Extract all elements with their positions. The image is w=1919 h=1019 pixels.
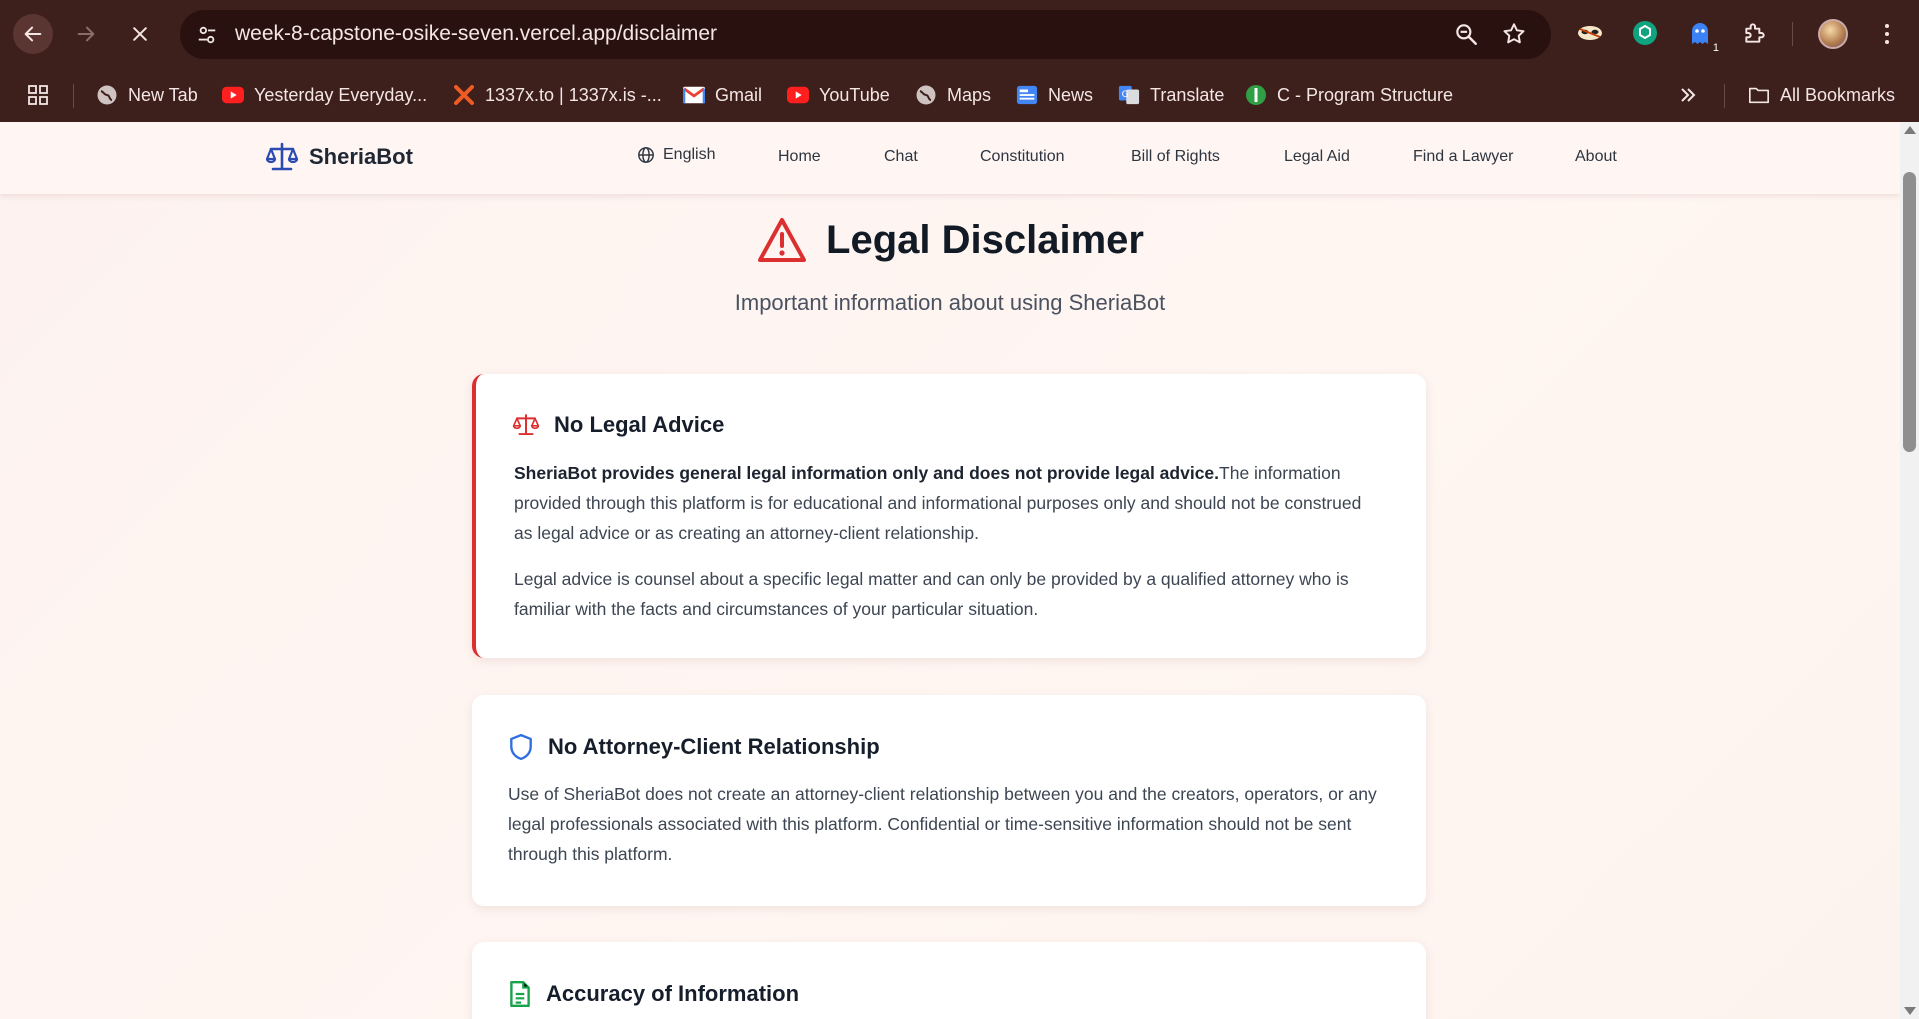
- scroll-thumb[interactable]: [1903, 172, 1916, 452]
- ghost-extension-icon[interactable]: 1: [1685, 18, 1719, 54]
- brand-name: SheriaBot: [309, 144, 413, 169]
- stop-loading-button[interactable]: [120, 14, 160, 54]
- extensions-puzzle-icon[interactable]: [1740, 18, 1770, 48]
- folder-icon: [1748, 84, 1770, 106]
- nav-about[interactable]: About: [1575, 148, 1617, 166]
- nav-find-a-lawyer[interactable]: Find a Lawyer: [1413, 148, 1514, 166]
- section-header: No Legal Advice: [512, 412, 724, 438]
- nav-chat[interactable]: Chat: [884, 148, 918, 166]
- translate-icon: G: [1118, 84, 1140, 106]
- all-bookmarks-button[interactable]: All Bookmarks: [1748, 80, 1895, 110]
- page-title: Legal Disclaimer: [0, 216, 1900, 264]
- scale-icon: [512, 414, 540, 436]
- news-icon: [1016, 84, 1038, 106]
- globe-icon: [638, 147, 654, 163]
- forward-button[interactable]: [66, 14, 106, 54]
- shield-icon: [510, 733, 532, 761]
- page-scrollbar[interactable]: [1900, 122, 1919, 1019]
- bookmark-maps[interactable]: Maps: [915, 80, 991, 110]
- bookmarks-divider-2: [1724, 84, 1725, 108]
- scroll-down-arrow[interactable]: [1904, 1007, 1916, 1015]
- browser-menu-button[interactable]: [1877, 18, 1897, 50]
- section-header: No Attorney-Client Relationship: [508, 733, 880, 761]
- site-info-icon[interactable]: [194, 22, 220, 48]
- page-subtitle: Important information about using Sheria…: [734, 290, 1166, 315]
- profile-avatar[interactable]: [1818, 19, 1848, 49]
- site-icon: [1245, 84, 1267, 106]
- scale-icon: [265, 142, 299, 171]
- browser-toolbar: week-8-capstone-osike-seven.vercel.app/d…: [0, 0, 1919, 70]
- language-label: English: [663, 146, 716, 163]
- url-text[interactable]: week-8-capstone-osike-seven.vercel.app/d…: [235, 22, 717, 46]
- globe-icon: [96, 84, 118, 106]
- bookmarks-divider: [73, 84, 74, 108]
- section-accuracy: Accuracy of Information: [472, 942, 1426, 1019]
- bookmark-translate[interactable]: G Translate: [1118, 80, 1224, 110]
- nav-legal-aid[interactable]: Legal Aid: [1284, 148, 1350, 166]
- page-viewport: SheriaBot English Home Chat Constitution…: [0, 122, 1900, 1019]
- youtube-icon: [222, 84, 244, 106]
- section-title: Accuracy of Information: [546, 981, 800, 1006]
- nav-home[interactable]: Home: [778, 148, 821, 166]
- globe-icon: [915, 84, 937, 106]
- browser-chrome: week-8-capstone-osike-seven.vercel.app/d…: [0, 0, 1919, 122]
- bookmark-gmail[interactable]: Gmail: [683, 80, 762, 110]
- arrow-right-icon: [77, 26, 95, 42]
- close-icon: [133, 27, 147, 41]
- chatgpt-extension-icon[interactable]: [1630, 18, 1660, 48]
- chevron-double-right-icon: [1681, 88, 1696, 102]
- extension-badge: 1: [1712, 42, 1719, 54]
- site-navbar: SheriaBot English Home Chat Constitution…: [0, 122, 1900, 194]
- section-header: Accuracy of Information: [508, 980, 799, 1008]
- nav-constitution[interactable]: Constitution: [980, 148, 1065, 166]
- section-paragraph: Use of SheriaBot does not create an atto…: [508, 784, 1377, 864]
- section-title: No Legal Advice: [554, 412, 725, 437]
- section-no-attorney-client: No Attorney-Client Relationship Use of S…: [472, 695, 1426, 906]
- youtube-icon: [787, 84, 809, 106]
- arrow-left-icon: [24, 26, 42, 42]
- bookmark-news[interactable]: News: [1016, 80, 1093, 110]
- bookmark-c-program[interactable]: C - Program Structure: [1245, 80, 1453, 110]
- extension-mask-icon[interactable]: [1575, 18, 1605, 48]
- gmail-icon: [683, 84, 705, 106]
- section-no-legal-advice: No Legal Advice SheriaBot provides gener…: [472, 374, 1426, 658]
- toolbar-divider: [1792, 22, 1793, 46]
- apps-grid-icon[interactable]: [26, 80, 50, 110]
- section-emphasis: SheriaBot provides general legal informa…: [514, 463, 1220, 483]
- bookmarks-bar: New Tab Yesterday Everyday... 1337x.to |…: [0, 70, 1919, 122]
- warning-triangle-icon: [758, 218, 807, 262]
- bookmarks-overflow-button[interactable]: [1678, 80, 1698, 110]
- page-title-text: Legal Disclaimer: [826, 217, 1144, 262]
- section-paragraph: SheriaBot provides general legal informa…: [514, 458, 1376, 548]
- address-bar[interactable]: week-8-capstone-osike-seven.vercel.app/d…: [180, 10, 1551, 59]
- scroll-up-arrow[interactable]: [1904, 126, 1916, 134]
- nav-bill-of-rights[interactable]: Bill of Rights: [1131, 148, 1220, 166]
- brand-logo[interactable]: SheriaBot: [265, 140, 413, 174]
- section-paragraph: Legal advice is counsel about a specific…: [514, 569, 1349, 619]
- bookmark-yesterday[interactable]: Yesterday Everyday...: [222, 80, 427, 110]
- bookmark-new-tab[interactable]: New Tab: [96, 80, 198, 110]
- zoom-icon[interactable]: [1453, 21, 1481, 49]
- document-icon: [510, 980, 530, 1008]
- svg-text:G: G: [1122, 89, 1129, 100]
- section-title: No Attorney-Client Relationship: [548, 734, 880, 759]
- x-logo-icon: [453, 84, 475, 106]
- back-button[interactable]: [13, 14, 53, 54]
- bookmark-star-icon[interactable]: [1501, 21, 1529, 49]
- bookmark-youtube[interactable]: YouTube: [787, 80, 890, 110]
- bookmark-1337x[interactable]: 1337x.to | 1337x.is -...: [453, 80, 662, 110]
- language-selector[interactable]: English: [637, 146, 715, 164]
